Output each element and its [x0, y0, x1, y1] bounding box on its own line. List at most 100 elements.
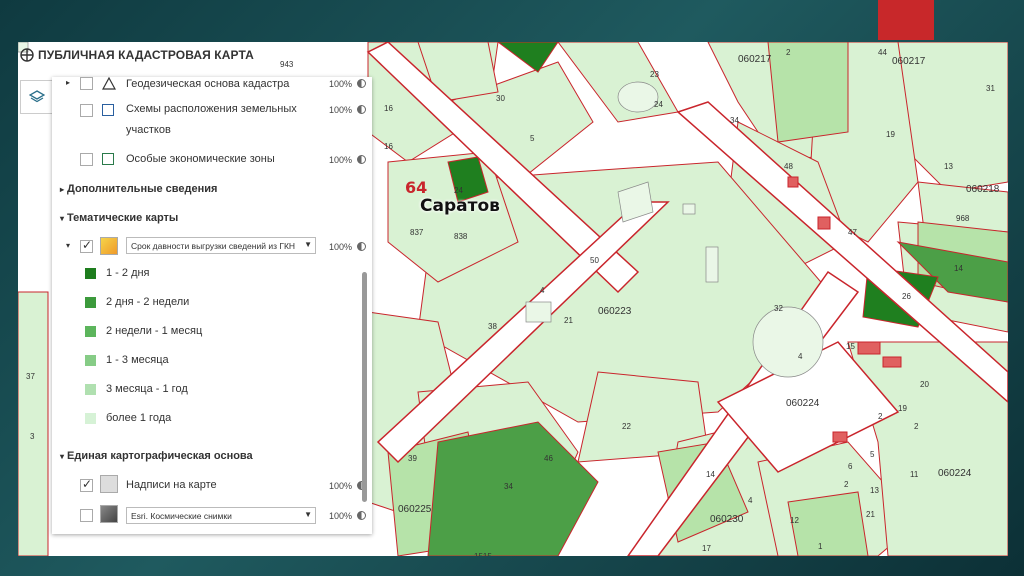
parcel-number[interactable]: 17 [702, 544, 711, 553]
parcel-number[interactable]: 47 [848, 228, 857, 237]
geodesic-opacity-icon[interactable] [357, 79, 366, 88]
parcel-number[interactable]: 13 [870, 486, 879, 495]
labels-layer-checkbox[interactable]: ✓ [80, 477, 93, 492]
parcel-number[interactable]: 5 [530, 134, 534, 143]
section-additional[interactable]: ▸ Дополнительные сведения [60, 183, 217, 195]
parcel-number[interactable]: 4 [748, 496, 752, 505]
parcel-number[interactable]: 16 [384, 142, 393, 151]
cadastral-quarter-label[interactable]: 060217 [738, 54, 771, 65]
parcel-number[interactable]: 26 [902, 292, 911, 301]
section-base-label: Единая картографическая основа [67, 450, 253, 462]
econ-zones-opacity-icon[interactable] [357, 155, 366, 164]
thematic-layer-select-value: Срок давности выгрузки сведений из ГКН [131, 241, 296, 251]
city-region-code: 64 [405, 178, 428, 197]
parcel-number[interactable]: 4 [540, 286, 544, 295]
parcel-number[interactable]: 30 [496, 94, 505, 103]
parcel-number[interactable]: 44 [878, 48, 887, 57]
parcel-number[interactable]: 15 [846, 342, 855, 351]
parcel-number[interactable]: 837 [410, 228, 423, 237]
parcel-number[interactable]: 3 [30, 432, 34, 441]
labels-layer-opacity: 100% [328, 481, 352, 491]
parcel-number[interactable]: 31 [986, 84, 995, 93]
cadastral-quarter-label[interactable]: 060217 [892, 56, 925, 67]
econ-zones-checkbox[interactable] [80, 153, 93, 166]
parcel-number[interactable]: 32 [774, 304, 783, 313]
parcel-number[interactable]: 34 [504, 482, 513, 491]
parcel-number[interactable]: 2 [786, 48, 790, 57]
thematic-expand-arrow-icon[interactable]: ▾ [66, 241, 70, 250]
parcel-number[interactable]: 21 [866, 510, 875, 519]
parcel-number[interactable]: 14 [706, 470, 715, 479]
cadastral-quarter-label[interactable]: 060225 [398, 504, 431, 515]
schemes-opacity-icon[interactable] [357, 105, 366, 114]
parcel-number[interactable]: 19 [898, 404, 907, 413]
rosreestr-logo-icon [20, 48, 34, 62]
parcel-number[interactable]: 5 [870, 450, 874, 459]
parcel-number[interactable]: 4 [798, 352, 802, 361]
section-thematic[interactable]: ▾ Тематические карты [60, 212, 178, 224]
legend-swatch [85, 297, 96, 308]
schemes-label-line1: Схемы расположения земельных [126, 103, 297, 115]
parcel-number[interactable]: 46 [544, 454, 553, 463]
parcel-number[interactable]: 20 [920, 380, 929, 389]
parcel-number[interactable]: 2 [844, 480, 848, 489]
parcel-number[interactable]: 23 [650, 70, 659, 79]
parcel-number[interactable]: 14 [954, 264, 963, 273]
thematic-opacity: 100% [328, 242, 352, 252]
parcel-number[interactable]: 24 [454, 186, 463, 195]
expand-arrow-icon[interactable]: ▸ [66, 78, 70, 87]
cadastral-quarter-label[interactable]: 060224 [786, 398, 819, 409]
econ-zones-opacity: 100% [328, 155, 352, 165]
parcel-number[interactable]: 24 [654, 100, 663, 109]
dropdown-caret-icon: ▼ [304, 240, 312, 249]
section-base[interactable]: ▾ Единая картографическая основа [60, 450, 253, 462]
parcel-number[interactable]: 39 [408, 454, 417, 463]
section-additional-label: Дополнительные сведения [67, 183, 218, 195]
parcel-number[interactable]: 943 [280, 60, 293, 69]
panel-scrollbar[interactable] [362, 272, 367, 502]
parcel-number[interactable]: 34 [730, 116, 739, 125]
schemes-checkbox[interactable] [80, 104, 93, 117]
parcel-number[interactable]: 48 [784, 162, 793, 171]
parcel-number[interactable]: 38 [488, 322, 497, 331]
parcel-number[interactable]: 19 [886, 130, 895, 139]
layers-toggle-button[interactable] [20, 80, 54, 114]
parcel-number[interactable]: 1515 [474, 552, 492, 556]
parcel-number[interactable]: 2 [878, 412, 882, 421]
checkmark-icon: ✓ [82, 238, 93, 252]
cadastral-quarter-label[interactable]: 060230 [710, 514, 743, 525]
geodesic-checkbox[interactable] [80, 77, 93, 90]
cadastral-quarter-label[interactable]: 060224 [938, 468, 971, 479]
geodesic-triangle-icon [102, 77, 116, 90]
econ-zones-label: Особые экономические зоны [126, 153, 275, 165]
parcel-number[interactable]: 12 [790, 516, 799, 525]
app-title: ПУБЛИЧНАЯ КАДАСТРОВАЯ КАРТА [20, 48, 254, 62]
parcel-number[interactable]: 11 [910, 470, 918, 479]
cadastral-quarter-label[interactable]: 060218 [966, 184, 999, 195]
thematic-layer-select[interactable]: Срок давности выгрузки сведений из ГКН ▼ [126, 237, 316, 254]
schemes-opacity: 100% [328, 105, 352, 115]
cadastral-quarter-label[interactable]: 060223 [598, 306, 631, 317]
parcel-number[interactable]: 968 [956, 214, 969, 223]
legend-label: 1 - 2 дня [106, 267, 150, 279]
parcel-number[interactable]: 16 [384, 104, 393, 113]
parcel-number[interactable]: 37 [26, 372, 35, 381]
geodesic-label: Геодезическая основа кадастра [126, 78, 290, 90]
parcel-number[interactable]: 838 [454, 232, 467, 241]
satellite-layer-opacity-icon[interactable] [357, 511, 366, 520]
cadastral-map[interactable]: 943 30 5 23 24 34 2 44 19 48 31 13 968 14 26 47 24 838 837… [18, 42, 1008, 556]
parcel-number[interactable]: 13 [944, 162, 953, 171]
thematic-opacity-icon[interactable] [357, 242, 366, 251]
parcel-number[interactable]: 6 [848, 462, 852, 471]
satellite-thumbnail-icon [100, 505, 118, 523]
parcel-number[interactable]: 1 [818, 542, 822, 551]
app-title-text: ПУБЛИЧНАЯ КАДАСТРОВАЯ КАРТА [38, 48, 254, 62]
thematic-checkbox[interactable]: ✓ [80, 238, 93, 253]
satellite-layer-select[interactable]: Esri. Космические снимки ▼ [126, 507, 316, 524]
parcel-number[interactable]: 2 [914, 422, 918, 431]
satellite-layer-checkbox[interactable] [80, 509, 93, 522]
parcel-number[interactable]: 22 [622, 422, 631, 431]
thematic-layer-thumbnail-icon [100, 237, 118, 255]
parcel-number[interactable]: 21 [564, 316, 573, 325]
parcel-number[interactable]: 50 [590, 256, 599, 265]
